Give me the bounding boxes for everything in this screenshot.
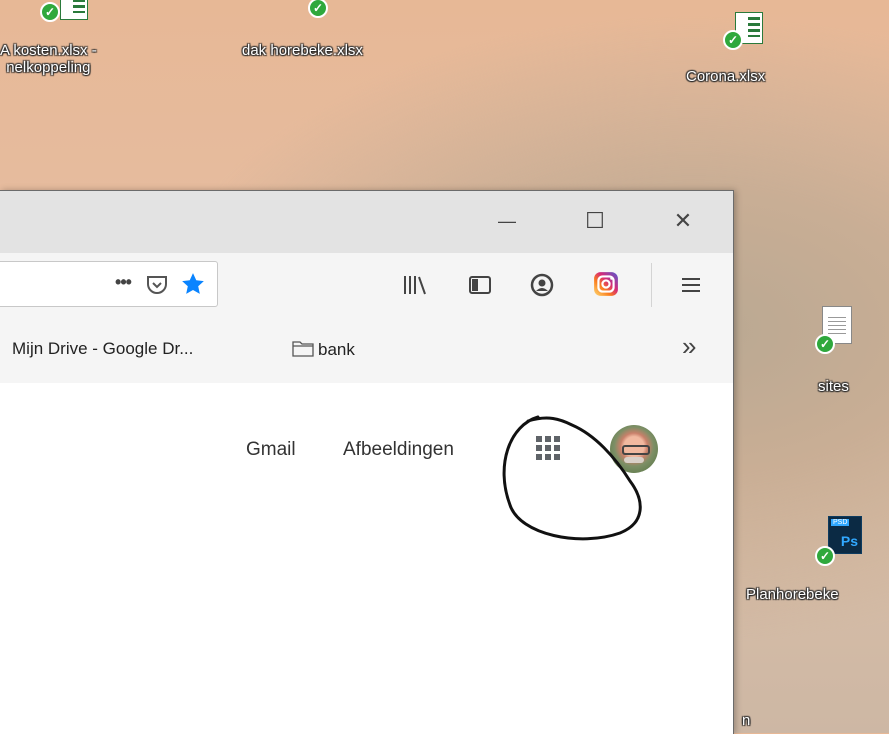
sync-check-icon: ✓ <box>308 0 328 18</box>
bookmarks-toolbar: Mijn Drive - Google Dr... bank » <box>0 317 733 384</box>
bookmark-bank[interactable]: bank <box>292 339 355 360</box>
minimize-button[interactable]: — <box>487 205 527 237</box>
desktop-icon-label: dak horebeke.xlsx <box>242 42 363 59</box>
sync-check-icon: ✓ <box>723 30 743 50</box>
title-bar[interactable]: — ☐ ✕ <box>0 191 733 253</box>
toolbar-separator <box>651 263 652 307</box>
url-bar[interactable]: ••• <box>0 261 218 307</box>
instagram-icon[interactable] <box>593 271 619 297</box>
gmail-link[interactable]: Gmail <box>246 439 296 461</box>
close-button[interactable]: ✕ <box>663 205 703 237</box>
library-icon[interactable] <box>402 273 430 297</box>
sidebar-icon[interactable] <box>468 273 492 297</box>
bookmark-star-icon[interactable] <box>180 271 206 297</box>
bookmark-mijn-drive[interactable]: Mijn Drive - Google Dr... <box>12 339 193 359</box>
images-link[interactable]: Afbeeldingen <box>343 439 454 461</box>
sync-check-icon: ✓ <box>815 546 835 566</box>
sync-check-icon: ✓ <box>40 2 60 22</box>
bookmarks-overflow-button[interactable]: » <box>682 331 696 362</box>
desktop-icon-label-partial: n <box>742 712 751 729</box>
desktop-icon-label: Planhorebeke <box>746 586 839 603</box>
more-icon[interactable]: ••• <box>110 272 136 293</box>
xlsx-file-icon <box>60 0 88 20</box>
desktop-icon-label: sites <box>818 378 849 395</box>
account-icon[interactable] <box>530 273 554 297</box>
navigation-toolbar: ••• <box>0 253 733 318</box>
sync-check-icon: ✓ <box>815 334 835 354</box>
folder-icon <box>292 341 314 357</box>
pocket-icon[interactable] <box>145 273 169 297</box>
maximize-button[interactable]: ☐ <box>575 205 615 237</box>
menu-icon[interactable] <box>679 273 703 297</box>
photoshop-file-icon: PSD Ps <box>828 516 862 554</box>
hand-drawn-circle-annotation <box>502 415 642 541</box>
desktop-icon-label: Corona.xlsx <box>686 68 766 85</box>
desktop-icon-label: A kosten.xlsx - nelkoppeling <box>0 42 97 76</box>
